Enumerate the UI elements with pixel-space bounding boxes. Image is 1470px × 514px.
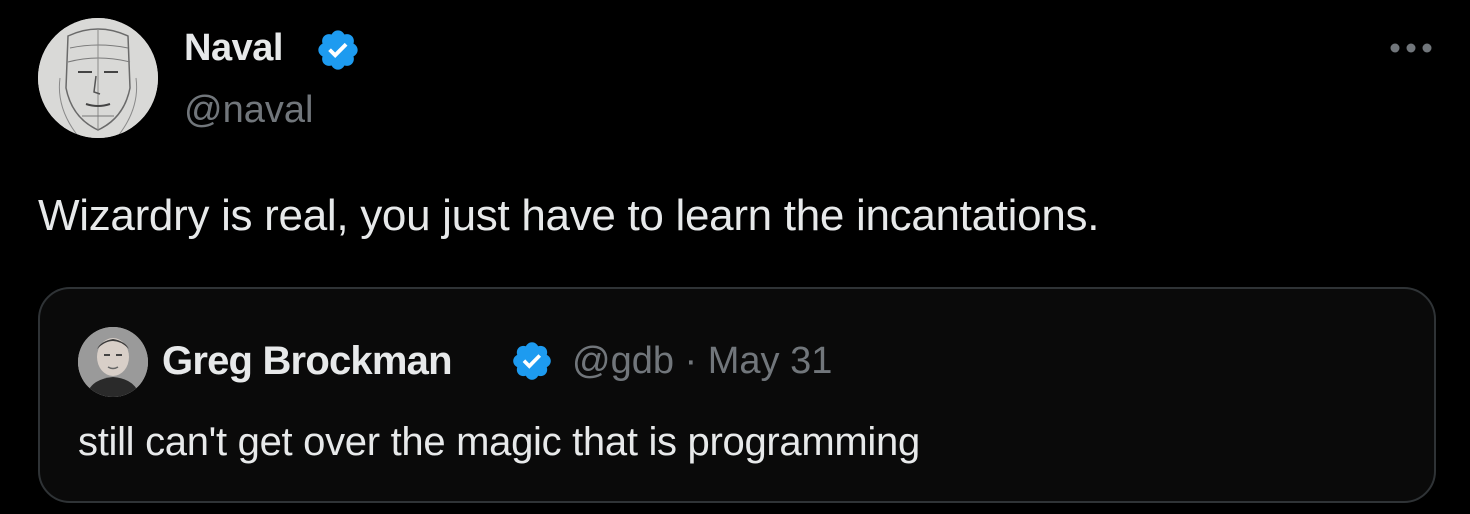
verified-badge-icon xyxy=(510,339,554,383)
sketch-face-avatar-icon xyxy=(38,18,158,138)
verified-badge-icon xyxy=(315,27,361,73)
quoted-tweet-text: still can't get over the magic that is p… xyxy=(78,420,920,464)
quoted-author-avatar[interactable] xyxy=(78,327,148,397)
author-handle[interactable]: @naval xyxy=(184,86,313,134)
quoted-author-display-name[interactable]: Greg Brockman xyxy=(162,337,453,385)
author-avatar[interactable] xyxy=(38,18,158,138)
more-options-button[interactable] xyxy=(1386,30,1436,66)
quoted-tweet[interactable]: Greg Brockman @gdb · May 31 still can't … xyxy=(38,287,1436,503)
author-display-name[interactable]: Naval xyxy=(184,24,283,72)
quoted-author-handle[interactable]: @gdb xyxy=(572,340,674,382)
quoted-tweet-meta: @gdb · May 31 xyxy=(572,337,832,385)
tweet-text: Wizardry is real, you just have to learn… xyxy=(38,191,1100,240)
meta-separator: · xyxy=(684,340,698,382)
quoted-tweet-date[interactable]: May 31 xyxy=(708,340,833,382)
more-horizontal-icon xyxy=(1390,43,1432,53)
photo-avatar-icon xyxy=(78,327,148,397)
tweet: Naval @naval Wizardry is real, you just … xyxy=(0,0,1470,514)
